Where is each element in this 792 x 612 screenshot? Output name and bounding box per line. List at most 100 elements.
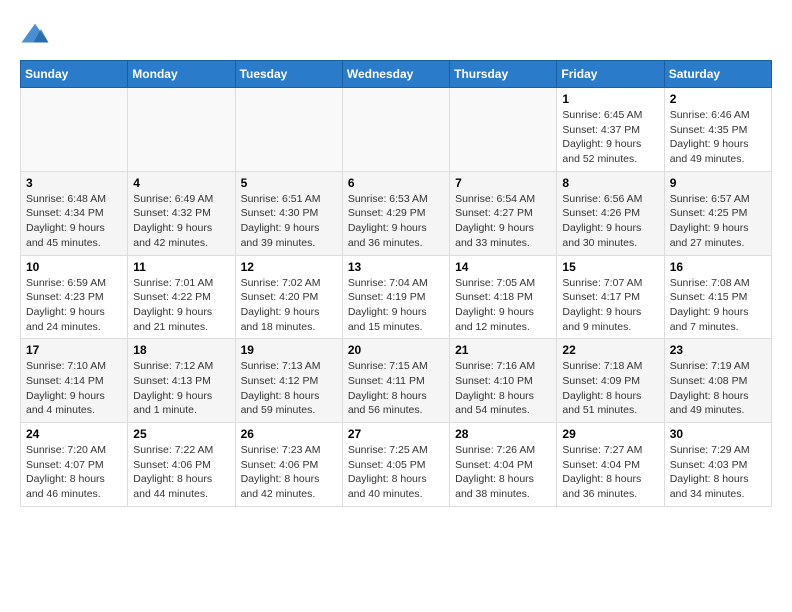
calendar-cell: 4 Sunrise: 6:49 AM Sunset: 4:32 PM Daylig…: [128, 171, 235, 255]
calendar-cell: 8 Sunrise: 6:56 AM Sunset: 4:26 PM Daylig…: [557, 171, 664, 255]
calendar-cell: 2 Sunrise: 6:46 AM Sunset: 4:35 PM Daylig…: [664, 88, 771, 172]
day-header-thursday: Thursday: [450, 61, 557, 88]
day-number: 4: [133, 176, 229, 190]
calendar-cell: 17 Sunrise: 7:10 AM Sunset: 4:14 PM Dayli…: [21, 339, 128, 423]
calendar-cell: 14 Sunrise: 7:05 AM Sunset: 4:18 PM Dayli…: [450, 255, 557, 339]
day-info: Sunrise: 7:02 AM Sunset: 4:20 PM Dayligh…: [241, 276, 337, 335]
day-header-friday: Friday: [557, 61, 664, 88]
calendar-cell: 1 Sunrise: 6:45 AM Sunset: 4:37 PM Daylig…: [557, 88, 664, 172]
day-info: Sunrise: 6:54 AM Sunset: 4:27 PM Dayligh…: [455, 192, 551, 251]
day-info: Sunrise: 7:25 AM Sunset: 4:05 PM Dayligh…: [348, 443, 444, 502]
day-number: 30: [670, 427, 766, 441]
day-info: Sunrise: 6:56 AM Sunset: 4:26 PM Dayligh…: [562, 192, 658, 251]
day-info: Sunrise: 7:26 AM Sunset: 4:04 PM Dayligh…: [455, 443, 551, 502]
calendar-table: SundayMondayTuesdayWednesdayThursdayFrid…: [20, 60, 772, 507]
day-number: 6: [348, 176, 444, 190]
logo-icon: [20, 20, 50, 50]
day-info: Sunrise: 7:29 AM Sunset: 4:03 PM Dayligh…: [670, 443, 766, 502]
calendar-cell: 25 Sunrise: 7:22 AM Sunset: 4:06 PM Dayli…: [128, 423, 235, 507]
calendar-cell: 30 Sunrise: 7:29 AM Sunset: 4:03 PM Dayli…: [664, 423, 771, 507]
day-info: Sunrise: 7:13 AM Sunset: 4:12 PM Dayligh…: [241, 359, 337, 418]
day-number: 16: [670, 260, 766, 274]
header: [20, 20, 772, 50]
day-info: Sunrise: 7:04 AM Sunset: 4:19 PM Dayligh…: [348, 276, 444, 335]
calendar-cell: 19Sunrise: 7:13 AM Sunset: 4:12 PM Dayli…: [235, 339, 342, 423]
day-info: Sunrise: 7:10 AM Sunset: 4:14 PM Dayligh…: [26, 359, 122, 418]
day-number: 22: [562, 343, 658, 357]
day-info: Sunrise: 6:57 AM Sunset: 4:25 PM Dayligh…: [670, 192, 766, 251]
day-info: Sunrise: 6:46 AM Sunset: 4:35 PM Dayligh…: [670, 108, 766, 167]
calendar-cell: [128, 88, 235, 172]
day-info: Sunrise: 6:53 AM Sunset: 4:29 PM Dayligh…: [348, 192, 444, 251]
day-number: 26: [241, 427, 337, 441]
calendar-cell: 21Sunrise: 7:16 AM Sunset: 4:10 PM Dayli…: [450, 339, 557, 423]
day-info: Sunrise: 6:48 AM Sunset: 4:34 PM Dayligh…: [26, 192, 122, 251]
calendar-cell: 5 Sunrise: 6:51 AM Sunset: 4:30 PM Daylig…: [235, 171, 342, 255]
calendar-cell: [235, 88, 342, 172]
day-info: Sunrise: 6:59 AM Sunset: 4:23 PM Dayligh…: [26, 276, 122, 335]
calendar-cell: 3 Sunrise: 6:48 AM Sunset: 4:34 PM Daylig…: [21, 171, 128, 255]
calendar-cell: 10 Sunrise: 6:59 AM Sunset: 4:23 PM Dayli…: [21, 255, 128, 339]
calendar-header-row: SundayMondayTuesdayWednesdayThursdayFrid…: [21, 61, 772, 88]
day-number: 2: [670, 92, 766, 106]
calendar-cell: 27 Sunrise: 7:25 AM Sunset: 4:05 PM Dayli…: [342, 423, 449, 507]
day-number: 23: [670, 343, 766, 357]
calendar-week-5: 24 Sunrise: 7:20 AM Sunset: 4:07 PM Dayli…: [21, 423, 772, 507]
calendar-cell: 23 Sunrise: 7:19 AM Sunset: 4:08 PM Dayli…: [664, 339, 771, 423]
calendar-cell: [450, 88, 557, 172]
day-number: 21: [455, 343, 551, 357]
day-info: Sunrise: 6:51 AM Sunset: 4:30 PM Dayligh…: [241, 192, 337, 251]
day-number: 12: [241, 260, 337, 274]
day-number: 8: [562, 176, 658, 190]
day-info: Sunrise: 7:20 AM Sunset: 4:07 PM Dayligh…: [26, 443, 122, 502]
calendar-week-1: 1 Sunrise: 6:45 AM Sunset: 4:37 PM Daylig…: [21, 88, 772, 172]
day-info: Sunrise: 6:49 AM Sunset: 4:32 PM Dayligh…: [133, 192, 229, 251]
day-number: 10: [26, 260, 122, 274]
calendar-cell: 29Sunrise: 7:27 AM Sunset: 4:04 PM Dayli…: [557, 423, 664, 507]
calendar-cell: 6 Sunrise: 6:53 AM Sunset: 4:29 PM Daylig…: [342, 171, 449, 255]
day-number: 14: [455, 260, 551, 274]
day-number: 27: [348, 427, 444, 441]
day-info: Sunrise: 7:27 AM Sunset: 4:04 PM Dayligh…: [562, 443, 658, 502]
day-header-sunday: Sunday: [21, 61, 128, 88]
day-header-monday: Monday: [128, 61, 235, 88]
calendar-week-3: 10 Sunrise: 6:59 AM Sunset: 4:23 PM Dayli…: [21, 255, 772, 339]
calendar-cell: [342, 88, 449, 172]
calendar-cell: 22 Sunrise: 7:18 AM Sunset: 4:09 PM Dayli…: [557, 339, 664, 423]
day-number: 17: [26, 343, 122, 357]
calendar-cell: 18 Sunrise: 7:12 AM Sunset: 4:13 PM Dayli…: [128, 339, 235, 423]
day-number: 9: [670, 176, 766, 190]
day-header-tuesday: Tuesday: [235, 61, 342, 88]
calendar-week-2: 3 Sunrise: 6:48 AM Sunset: 4:34 PM Daylig…: [21, 171, 772, 255]
day-info: Sunrise: 7:23 AM Sunset: 4:06 PM Dayligh…: [241, 443, 337, 502]
day-info: Sunrise: 6:45 AM Sunset: 4:37 PM Dayligh…: [562, 108, 658, 167]
day-info: Sunrise: 7:08 AM Sunset: 4:15 PM Dayligh…: [670, 276, 766, 335]
day-info: Sunrise: 7:19 AM Sunset: 4:08 PM Dayligh…: [670, 359, 766, 418]
calendar-cell: 15Sunrise: 7:07 AM Sunset: 4:17 PM Dayli…: [557, 255, 664, 339]
calendar-cell: 24 Sunrise: 7:20 AM Sunset: 4:07 PM Dayli…: [21, 423, 128, 507]
day-info: Sunrise: 7:18 AM Sunset: 4:09 PM Dayligh…: [562, 359, 658, 418]
day-info: Sunrise: 7:12 AM Sunset: 4:13 PM Dayligh…: [133, 359, 229, 418]
calendar-cell: 26 Sunrise: 7:23 AM Sunset: 4:06 PM Dayli…: [235, 423, 342, 507]
day-number: 25: [133, 427, 229, 441]
day-number: 24: [26, 427, 122, 441]
day-info: Sunrise: 7:05 AM Sunset: 4:18 PM Dayligh…: [455, 276, 551, 335]
day-number: 5: [241, 176, 337, 190]
day-info: Sunrise: 7:22 AM Sunset: 4:06 PM Dayligh…: [133, 443, 229, 502]
day-number: 18: [133, 343, 229, 357]
calendar-cell: 7Sunrise: 6:54 AM Sunset: 4:27 PM Daylig…: [450, 171, 557, 255]
day-info: Sunrise: 7:01 AM Sunset: 4:22 PM Dayligh…: [133, 276, 229, 335]
day-number: 1: [562, 92, 658, 106]
day-info: Sunrise: 7:15 AM Sunset: 4:11 PM Dayligh…: [348, 359, 444, 418]
day-number: 3: [26, 176, 122, 190]
calendar-cell: 12 Sunrise: 7:02 AM Sunset: 4:20 PM Dayli…: [235, 255, 342, 339]
calendar-cell: 13Sunrise: 7:04 AM Sunset: 4:19 PM Dayli…: [342, 255, 449, 339]
day-number: 15: [562, 260, 658, 274]
calendar-cell: 28 Sunrise: 7:26 AM Sunset: 4:04 PM Dayli…: [450, 423, 557, 507]
calendar-cell: 20 Sunrise: 7:15 AM Sunset: 4:11 PM Dayli…: [342, 339, 449, 423]
day-number: 11: [133, 260, 229, 274]
calendar-week-4: 17 Sunrise: 7:10 AM Sunset: 4:14 PM Dayli…: [21, 339, 772, 423]
day-number: 28: [455, 427, 551, 441]
calendar-cell: 11 Sunrise: 7:01 AM Sunset: 4:22 PM Dayli…: [128, 255, 235, 339]
day-number: 20: [348, 343, 444, 357]
